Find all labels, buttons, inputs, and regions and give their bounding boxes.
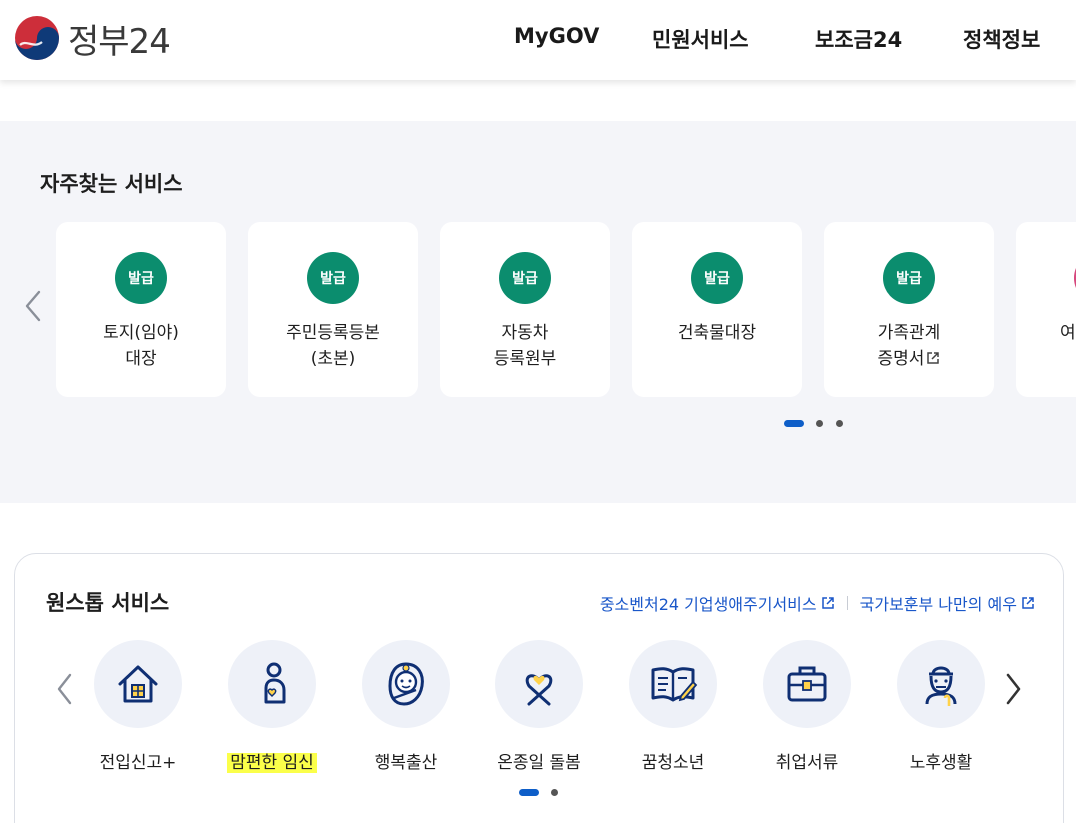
nav-mygov[interactable]: MyGOV [514,24,599,48]
elder-icon [925,666,957,706]
highlighted-label: 맘편한 임신 [227,753,317,773]
card-label: 여 [1060,323,1076,343]
page-dot-active[interactable] [519,789,539,796]
external-link-icon [821,597,834,609]
carousel-next-icon[interactable] [1001,671,1025,707]
service-card[interactable]: 여 [1016,222,1076,397]
item-label: 노후생활 [909,753,973,773]
divider [846,596,848,610]
pregnancy-icon [264,662,286,704]
card-label: 가족관계 증명서 [824,320,994,372]
onestop-item-move-in[interactable]: 전입신고+ [88,640,188,780]
briefcase-icon [787,666,827,702]
veterans-honor-link[interactable]: 국가보훈부 나만의 예우 [860,591,1035,615]
heart-ribbon-icon [525,674,553,706]
card-label: 건축물대장 [677,323,757,343]
book-icon [651,667,698,702]
icon-circle [495,640,583,728]
service-card[interactable]: 발급 가족관계 증명서 [824,222,994,397]
section-title: 원스톱 서비스 [46,591,170,615]
item-label: 맘편한 임신 [202,748,342,773]
issue-badge: 발급 [883,252,935,304]
frequent-services-section: 자주찾는 서비스 발급 토지(임야) 대장 발급 주민등록등본 (초본) 발급 … [0,121,1076,503]
section-title: 자주찾는 서비스 [40,172,183,196]
page-dot[interactable] [551,789,558,796]
external-link-icon [1022,597,1034,609]
onestop-links: 중소벤처24 기업생애주기서비스 국가보훈부 나만의 예우 [600,591,1035,615]
onestop-item-care[interactable]: 온종일 돌봄 [489,640,589,780]
item-label: 온종일 돌봄 [497,753,581,773]
card-label: 토지(임야) 대장 [103,323,179,369]
icon-circle [897,640,985,728]
icon-circle [362,640,450,728]
onestop-item-birth[interactable]: 행복출산 [356,640,456,780]
icon-circle [94,640,182,728]
nav-policy-info[interactable]: 정책정보 [963,24,1040,54]
icon-circle [763,640,851,728]
service-card[interactable]: 발급 토지(임야) 대장 [56,222,226,397]
item-label: 전입신고+ [99,753,177,773]
page-dot[interactable] [816,420,823,427]
page-dot-active[interactable] [784,420,804,427]
onestop-item-retirement[interactable]: 노후생활 [891,640,991,780]
icon-circle [629,640,717,728]
nav-subsidy24[interactable]: 보조금24 [815,24,902,54]
onestop-item-pregnancy[interactable]: 맘편한 임신 [222,640,322,780]
site-header: 정부24 MyGOV 민원서비스 보조금24 정책정보 [0,0,1076,80]
service-card[interactable]: 발급 건축물대장 [632,222,802,397]
baby-icon [388,662,424,706]
item-label: 행복출산 [374,753,438,773]
page-dot[interactable] [836,420,843,427]
card-label: 자동차 등록원부 [493,323,557,369]
onestop-services-section: 원스톱 서비스 중소벤처24 기업생애주기서비스 국가보훈부 나만의 예우 전입… [14,553,1064,823]
service-card[interactable]: 발급 주민등록등본 (초본) [248,222,418,397]
house-icon [118,665,158,703]
nav-civil-services[interactable]: 민원서비스 [652,24,749,54]
item-label: 취업서류 [775,753,839,773]
card-label: 주민등록등본 (초본) [286,323,380,369]
carousel-prev-icon[interactable] [22,289,46,323]
issue-badge: 발급 [691,252,743,304]
link-label: 국가보훈부 나만의 예우 [859,595,1017,614]
onestop-item-youth[interactable]: 꿈청소년 [623,640,723,780]
issue-badge: 발급 [307,252,359,304]
main-nav: MyGOV 민원서비스 보조금24 정책정보 [0,24,1076,54]
issue-badge: 발급 [499,252,551,304]
carousel-prev-icon[interactable] [53,671,77,707]
icon-circle [228,640,316,728]
issue-badge: 발급 [115,252,167,304]
link-label: 중소벤처24 기업생애주기서비스 [599,595,817,614]
external-link-icon [927,352,940,364]
smes-venture24-link[interactable]: 중소벤처24 기업생애주기서비스 [600,591,835,615]
onestop-item-employment[interactable]: 취업서류 [757,640,857,780]
item-label: 꿈청소년 [641,753,705,773]
service-card[interactable]: 발급 자동차 등록원부 [440,222,610,397]
